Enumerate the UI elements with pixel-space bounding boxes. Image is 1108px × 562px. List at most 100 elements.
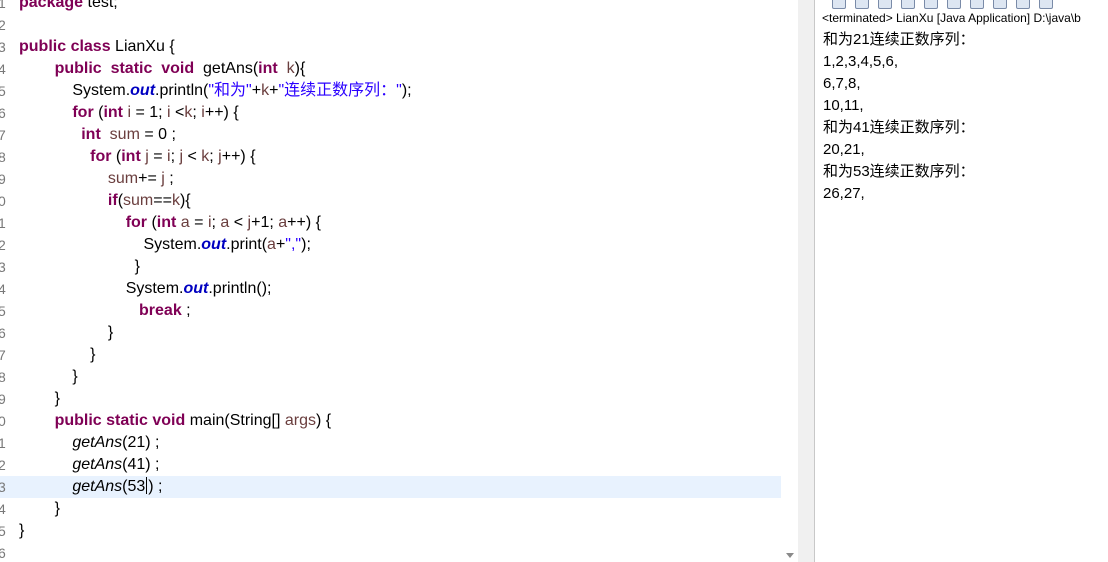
method-call-token: getAns — [72, 434, 123, 451]
string-token: "," — [285, 236, 302, 253]
code-token: } — [19, 500, 60, 517]
code-text: int sum = 0 ; — [19, 124, 176, 146]
minimize-icon[interactable] — [1016, 0, 1030, 9]
method-call-token: getAns — [72, 456, 123, 473]
code-line[interactable]: 1 for (int a = i; a < j+1; a++) { — [0, 212, 781, 234]
code-line[interactable]: 2 getAns(41) ; — [0, 454, 781, 476]
code-token: ++) { — [221, 148, 256, 165]
code-token: == — [153, 192, 172, 209]
code-line[interactable]: 0 public static void main(String[] args)… — [0, 410, 781, 432]
pin-console-icon[interactable] — [947, 0, 961, 9]
line-number: 4 — [0, 61, 6, 77]
view-divider[interactable] — [798, 0, 815, 562]
code-line[interactable]: 0 if(sum==k){ — [0, 190, 781, 212]
code-token: ); — [301, 236, 311, 253]
line-number: 7 — [0, 347, 6, 363]
code-token: ){ — [179, 192, 191, 209]
code-line[interactable]: 5} — [0, 520, 781, 542]
code-text: break ; — [19, 300, 191, 322]
line-number: 4 — [0, 281, 6, 297]
console-toolbar — [815, 0, 1108, 9]
code-token: < — [183, 148, 202, 165]
code-token: ; — [164, 170, 174, 187]
code-line[interactable]: 1 package test; — [0, 0, 781, 14]
variable-token: k — [261, 82, 270, 99]
code-token: getAns( — [194, 60, 259, 77]
code-line[interactable]: 4 public static void getAns(int k){ — [0, 58, 781, 80]
code-line[interactable]: 2 System.out.print(a+","); — [0, 234, 781, 256]
code-token: ( — [147, 214, 157, 231]
code-line[interactable]: 3 public class LianXu { — [0, 36, 781, 58]
code-line[interactable]: 5 System.out.println("和为"+k+"连续正数序列："); — [0, 80, 781, 102]
variable-token: sum — [109, 126, 140, 143]
code-line[interactable]: 3 } — [0, 256, 781, 278]
code-text: for (int j = i; j < k; j++) { — [19, 146, 256, 168]
code-line[interactable]: 7 } — [0, 344, 781, 366]
word-wrap-icon[interactable] — [924, 0, 938, 9]
code-line[interactable]: 7 int sum = 0 ; — [0, 124, 781, 146]
open-console-icon[interactable] — [993, 0, 1007, 9]
code-token: ; — [181, 302, 191, 319]
console-output-line: 6,7,8, — [823, 75, 861, 92]
code-editor[interactable]: 1 package test; 2 3 public class LianXu {4 p… — [0, 0, 798, 562]
code-token: ; — [192, 104, 202, 121]
variable-token: a — [278, 214, 288, 231]
keyword-token: static — [106, 412, 148, 429]
line-number: 3 — [0, 259, 6, 275]
code-line[interactable]: 6 — [0, 542, 781, 562]
code-text: } — [19, 322, 113, 344]
scroll-lock-icon[interactable] — [901, 0, 915, 9]
keyword-token: class — [70, 38, 111, 55]
remove-launch-icon[interactable] — [832, 0, 846, 9]
code-token: += — [138, 170, 162, 187]
remove-all-icon[interactable] — [855, 0, 869, 9]
code-line[interactable]: 6 } — [0, 322, 781, 344]
keyword-token: void — [152, 412, 186, 429]
code-text: } — [19, 388, 60, 410]
code-token: System. — [19, 236, 202, 253]
variable-token: k — [171, 192, 180, 209]
code-token: main(String[] — [185, 412, 285, 429]
clear-console-icon[interactable] — [878, 0, 892, 9]
keyword-token: public — [19, 38, 67, 55]
code-token: +1; — [251, 214, 279, 231]
keyword-token: int — [121, 148, 141, 165]
code-token: (53 — [122, 478, 146, 495]
code-token: LianXu { — [110, 38, 175, 55]
display-console-icon[interactable] — [970, 0, 984, 9]
code-line[interactable]: 1 getAns(21) ; — [0, 432, 781, 454]
maximize-icon[interactable] — [1039, 0, 1053, 9]
code-token: = — [189, 214, 208, 231]
code-text: public static void getAns(int k){ — [19, 58, 306, 80]
keyword-token: int — [258, 60, 278, 77]
scroll-down-arrow-icon[interactable] — [786, 553, 794, 558]
code-line[interactable]: 4 System.out.println(); — [0, 278, 781, 300]
console-output-line: 20,21, — [823, 141, 865, 158]
line-number: 6 — [0, 325, 6, 341]
keyword-token: package — [19, 0, 84, 11]
code-token: ( — [111, 148, 122, 165]
code-token: } — [19, 390, 60, 407]
code-line[interactable]: 6 for (int i = 1; i <k; i++) { — [0, 102, 781, 124]
line-number: 6 — [0, 545, 6, 561]
code-line[interactable]: 8 for (int j = i; j < k; j++) { — [0, 146, 781, 168]
line-number: 5 — [0, 523, 6, 539]
line-number: 9 — [0, 391, 6, 407]
field-token: out — [130, 82, 156, 99]
code-line[interactable]: 2 — [0, 14, 781, 36]
code-line[interactable]: 3 getAns(53) ; — [0, 476, 781, 498]
code-line[interactable]: 5 break ; — [0, 300, 781, 322]
code-line[interactable]: 9 } — [0, 388, 781, 410]
editor-vertical-scrollbar[interactable] — [782, 0, 798, 562]
code-line[interactable]: 8 } — [0, 366, 781, 388]
code-line[interactable]: 9 sum+= j ; — [0, 168, 781, 190]
field-token: out — [183, 280, 209, 297]
code-line[interactable]: 4 } — [0, 498, 781, 520]
